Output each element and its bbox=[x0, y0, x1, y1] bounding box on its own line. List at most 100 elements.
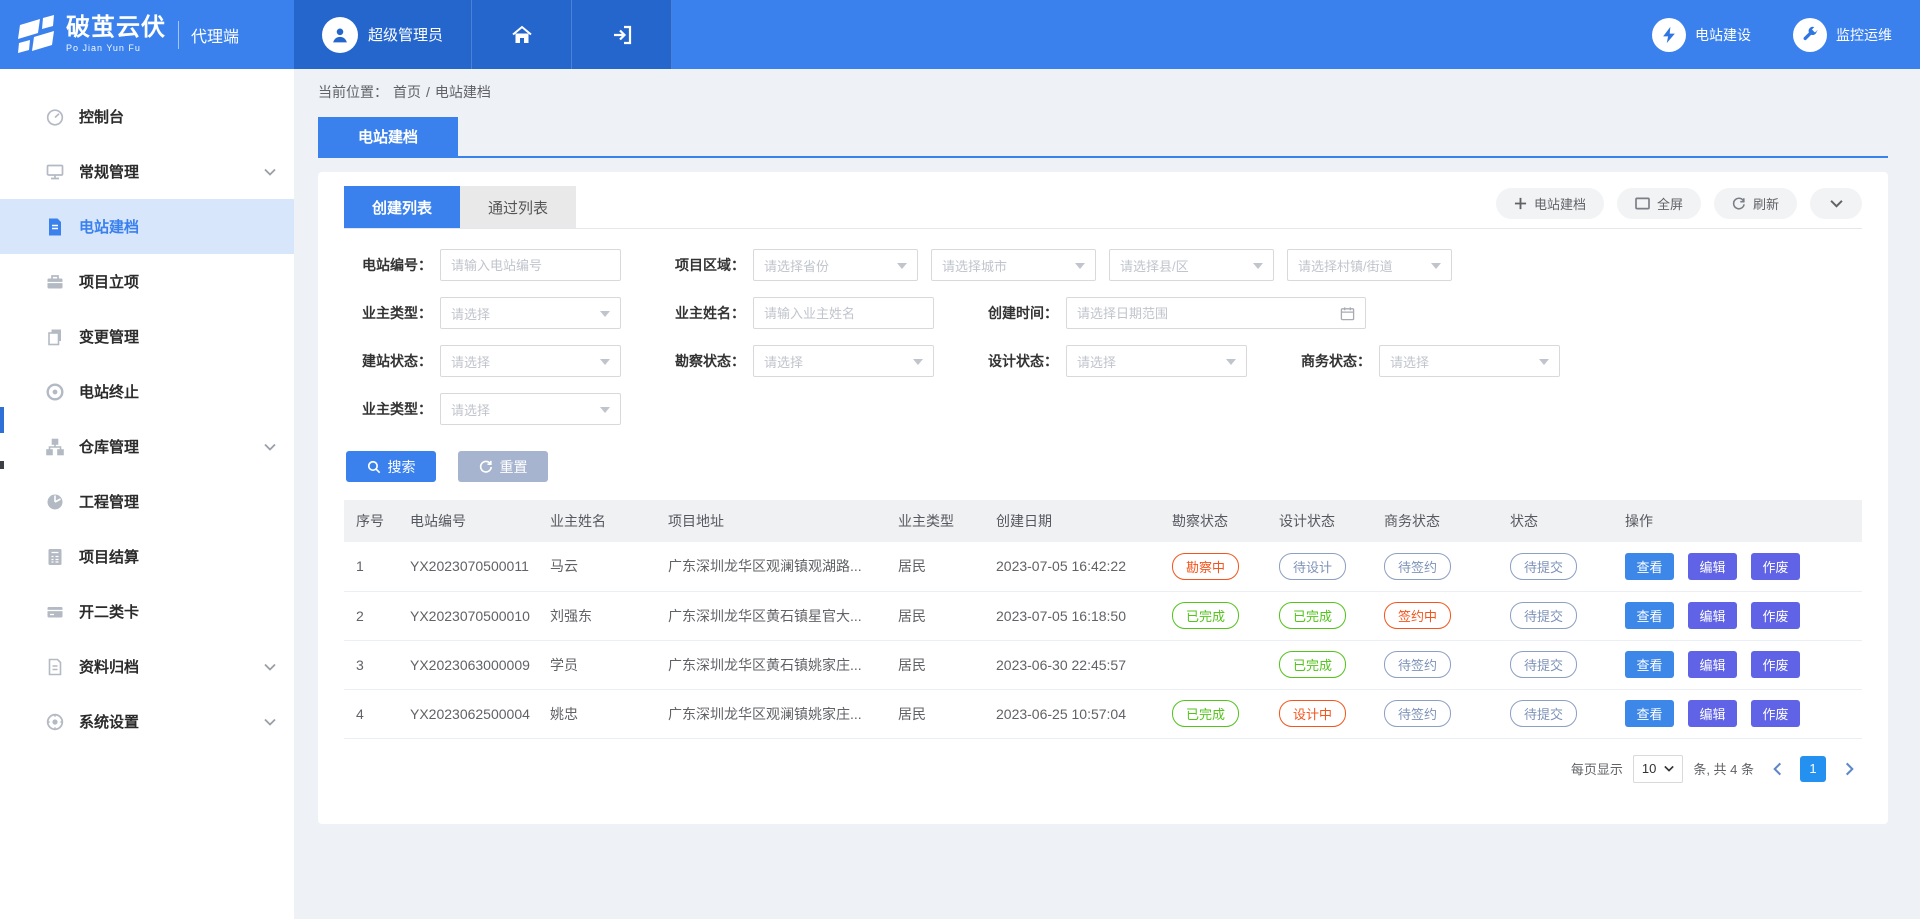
status-badge: 已完成 bbox=[1172, 602, 1239, 629]
status-badge: 待签约 bbox=[1384, 553, 1451, 580]
gauge-icon bbox=[45, 492, 65, 512]
status-badge: 待签约 bbox=[1384, 700, 1451, 727]
fullscreen-icon bbox=[1635, 197, 1650, 210]
pagination: 每页显示 10 条, 共 4 条 1 bbox=[344, 755, 1862, 783]
caret-down-icon bbox=[913, 359, 923, 370]
copy-icon bbox=[45, 327, 65, 347]
void-button[interactable]: 作废 bbox=[1751, 700, 1800, 727]
edit-button[interactable]: 编辑 bbox=[1688, 700, 1737, 727]
status-badge: 待提交 bbox=[1510, 651, 1577, 678]
edit-button[interactable]: 编辑 bbox=[1688, 602, 1737, 629]
table-row: 2 YX2023070500010 刘强东 广东深圳龙华区黄石镇星官大... 居… bbox=[344, 591, 1862, 640]
status-badge: 待提交 bbox=[1510, 602, 1577, 629]
stations-table: 序号 电站编号 业主姓名 项目地址 业主类型 创建日期 勘察状态 设计状态 商务… bbox=[344, 500, 1862, 739]
prev-page-button[interactable] bbox=[1764, 756, 1790, 782]
sidebar-item-data-archive[interactable]: 资料归档 bbox=[0, 639, 294, 694]
status-badge: 已完成 bbox=[1279, 651, 1346, 678]
home-button[interactable] bbox=[472, 0, 572, 69]
brand-title: 破茧云伏 bbox=[66, 16, 166, 40]
table-row: 1 YX2023070500011 马云 广东深圳龙华区观澜镇观湖路... 居民… bbox=[344, 542, 1862, 591]
province-select[interactable]: 请选择省份 bbox=[753, 249, 918, 281]
view-button[interactable]: 查看 bbox=[1625, 651, 1674, 678]
station-code-input[interactable] bbox=[440, 249, 621, 281]
per-page-select[interactable]: 10 bbox=[1633, 755, 1683, 783]
village-select[interactable]: 请选择村镇/街道 bbox=[1287, 249, 1452, 281]
city-select[interactable]: 请选择城市 bbox=[931, 249, 1096, 281]
sidebar-item-change-mgmt[interactable]: 变更管理 bbox=[0, 309, 294, 364]
design-status-select[interactable]: 请选择 bbox=[1066, 345, 1247, 377]
owner-type-select[interactable]: 请选择 bbox=[440, 297, 621, 329]
user-name: 超级管理员 bbox=[368, 24, 443, 45]
void-button[interactable]: 作废 bbox=[1751, 651, 1800, 678]
logout-button[interactable] bbox=[572, 0, 672, 69]
total-count-label: 条, 共 4 条 bbox=[1693, 759, 1754, 778]
nav-station-build[interactable]: 电站建设 bbox=[1652, 18, 1751, 52]
caret-down-icon bbox=[1539, 359, 1549, 370]
date-range-picker[interactable] bbox=[1066, 297, 1366, 329]
sidebar-item-engineering-mgmt[interactable]: 工程管理 bbox=[0, 474, 294, 529]
table-header-row: 序号 电站编号 业主姓名 项目地址 业主类型 创建日期 勘察状态 设计状态 商务… bbox=[344, 500, 1862, 542]
collapse-toolbar-button[interactable] bbox=[1810, 188, 1862, 219]
content-area: 当前位置： 首页 / 电站建档 电站建档 创建列表 通过列表 电站建档 全屏 bbox=[294, 69, 1920, 919]
next-page-button[interactable] bbox=[1836, 756, 1862, 782]
breadcrumb-home[interactable]: 首页 bbox=[393, 82, 421, 102]
sidebar-item-station-archive[interactable]: 电站建档 bbox=[0, 199, 294, 254]
page-number-1[interactable]: 1 bbox=[1800, 756, 1826, 782]
dashboard-icon bbox=[45, 107, 65, 127]
page-tab-station-archive[interactable]: 电站建档 bbox=[318, 117, 458, 156]
refresh-button[interactable]: 刷新 bbox=[1714, 188, 1797, 219]
sidebar-item-project-initiation[interactable]: 项目立项 bbox=[0, 254, 294, 309]
owner-name-input[interactable] bbox=[753, 297, 934, 329]
view-button[interactable]: 查看 bbox=[1625, 602, 1674, 629]
owner-type2-select[interactable]: 请选择 bbox=[440, 393, 621, 425]
tab-passed-list[interactable]: 通过列表 bbox=[460, 186, 576, 228]
brand-subtitle: Po Jian Yun Fu bbox=[66, 44, 166, 53]
table-row: 4 YX2023062500004 姚忠 广东深圳龙华区观澜镇姚家庄... 居民… bbox=[344, 689, 1862, 738]
view-button[interactable]: 查看 bbox=[1625, 553, 1674, 580]
sidebar-scrollbar-thumb[interactable] bbox=[0, 407, 4, 433]
sidebar-item-general-mgmt[interactable]: 常规管理 bbox=[0, 144, 294, 199]
edit-button[interactable]: 编辑 bbox=[1688, 651, 1737, 678]
status-badge: 勘察中 bbox=[1172, 553, 1239, 580]
fullscreen-button[interactable]: 全屏 bbox=[1617, 188, 1701, 219]
sidebar-item-project-settlement[interactable]: 项目结算 bbox=[0, 529, 294, 584]
build-status-select[interactable]: 请选择 bbox=[440, 345, 621, 377]
sidebar-item-system-settings[interactable]: 系统设置 bbox=[0, 694, 294, 749]
monitor-icon bbox=[45, 162, 65, 182]
caret-down-icon bbox=[600, 311, 610, 322]
lightning-icon bbox=[1652, 18, 1686, 52]
date-range-input[interactable] bbox=[1077, 306, 1340, 321]
topbar-spacer bbox=[672, 0, 1652, 69]
panel-tabs: 创建列表 通过列表 电站建档 全屏 刷新 bbox=[344, 186, 1862, 229]
logout-icon bbox=[610, 23, 634, 47]
view-button[interactable]: 查看 bbox=[1625, 700, 1674, 727]
county-select[interactable]: 请选择县/区 bbox=[1109, 249, 1274, 281]
search-button[interactable]: 搜索 bbox=[346, 451, 436, 482]
page-tab-bar: 电站建档 bbox=[318, 117, 1888, 158]
sitemap-icon bbox=[45, 437, 65, 457]
status-badge: 待签约 bbox=[1384, 651, 1451, 678]
nav-monitor-ops[interactable]: 监控运维 bbox=[1793, 18, 1892, 52]
calendar-icon bbox=[1340, 306, 1355, 321]
void-button[interactable]: 作废 bbox=[1751, 553, 1800, 580]
sidebar: 控制台 常规管理 电站建档 项目立项 变更管理 电站终止 仓库管理 bbox=[0, 69, 294, 919]
portal-label: 代理端 bbox=[178, 21, 239, 49]
nav-station-build-label: 电站建设 bbox=[1695, 25, 1751, 45]
sidebar-item-warehouse-mgmt[interactable]: 仓库管理 bbox=[0, 419, 294, 474]
business-status-select[interactable]: 请选择 bbox=[1379, 345, 1560, 377]
sidebar-item-class2-card[interactable]: 开二类卡 bbox=[0, 584, 294, 639]
calculator-icon bbox=[45, 547, 65, 567]
chevron-down-icon bbox=[1830, 199, 1843, 208]
sidebar-item-console[interactable]: 控制台 bbox=[0, 89, 294, 144]
edit-button[interactable]: 编辑 bbox=[1688, 553, 1737, 580]
void-button[interactable]: 作废 bbox=[1751, 602, 1800, 629]
tab-create-list[interactable]: 创建列表 bbox=[344, 186, 460, 228]
sidebar-item-station-termination[interactable]: 电站终止 bbox=[0, 364, 294, 419]
reset-button[interactable]: 重置 bbox=[458, 451, 548, 482]
survey-status-select[interactable]: 请选择 bbox=[753, 345, 934, 377]
user-menu[interactable]: 超级管理员 bbox=[294, 0, 472, 69]
filter-form: 电站编号： 项目区域： 请选择省份 请选择城市 请选择县/区 请选择村镇/街道 … bbox=[344, 229, 1862, 425]
add-station-button[interactable]: 电站建档 bbox=[1496, 188, 1604, 219]
briefcase-icon bbox=[45, 272, 65, 292]
caret-down-icon bbox=[897, 263, 907, 274]
